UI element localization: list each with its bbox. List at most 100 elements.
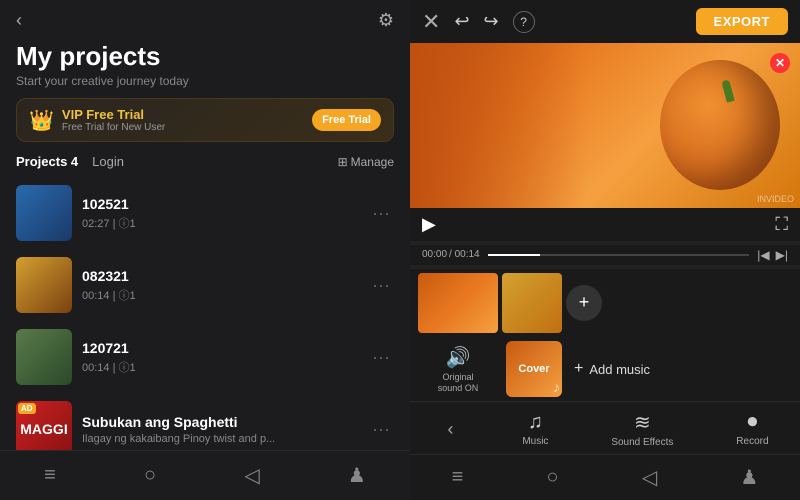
record-tool[interactable]: ⏺ Record xyxy=(736,411,768,447)
toolbar-left: ✕ ↩ ↪ ? xyxy=(422,9,535,35)
sound-label: Original sound ON xyxy=(438,372,479,394)
more-options-button[interactable]: ··· xyxy=(368,271,394,300)
vip-text-group: VIP Free Trial Free Trial for New User xyxy=(62,107,165,133)
project-info: 082321 00:14 | ⓘ1 xyxy=(82,268,358,303)
menu-icon[interactable]: ≡ xyxy=(28,460,72,491)
add-music-button[interactable]: + Add music xyxy=(574,360,650,378)
project-name: 082321 xyxy=(82,268,358,284)
timeline-next[interactable]: ▶| xyxy=(776,248,788,262)
redo-button[interactable]: ↪ xyxy=(484,11,499,32)
right-toolbar: ✕ ↩ ↪ ? EXPORT xyxy=(410,0,800,43)
login-tab[interactable]: Login xyxy=(92,154,124,169)
plus-icon: + xyxy=(574,360,583,378)
back-icon-right[interactable]: ◁ xyxy=(626,461,673,494)
export-button[interactable]: EXPORT xyxy=(696,8,788,35)
sound-icon: 🔊 xyxy=(446,345,471,370)
back-button[interactable]: ‹ xyxy=(16,10,22,31)
original-sound-toggle[interactable]: 🔊 Original sound ON xyxy=(418,341,498,397)
manage-icon: ⊞ xyxy=(338,155,348,169)
more-options-button[interactable]: ··· xyxy=(368,343,394,372)
home-icon-right[interactable]: ○ xyxy=(531,462,575,493)
sound-effects-tool[interactable]: ≋ Sound Effects xyxy=(611,410,673,448)
cover-note: ♪ xyxy=(553,379,560,395)
profile-icon-right[interactable]: ♟ xyxy=(724,461,774,494)
sound-effects-icon: ≋ xyxy=(634,410,651,435)
free-trial-button[interactable]: Free Trial xyxy=(312,109,381,131)
cover-label: Cover xyxy=(518,363,549,375)
clip-thumbnail[interactable] xyxy=(502,273,562,333)
settings-icon[interactable]: ⚙ xyxy=(378,10,394,31)
menu-icon-right[interactable]: ≡ xyxy=(436,462,480,493)
cover-thumbnail[interactable]: Cover ♪ xyxy=(506,341,562,397)
timeline-progress xyxy=(488,254,540,256)
vip-title: VIP Free Trial xyxy=(62,107,165,122)
sound-effects-label: Sound Effects xyxy=(611,437,673,448)
bottom-tools: ‹ ♫ Music ≋ Sound Effects ⏺ Record xyxy=(410,401,800,454)
error-badge[interactable]: ✕ xyxy=(770,53,790,73)
list-item[interactable]: MAGGI AD Subukan ang Spaghetti Ilagay ng… xyxy=(8,393,402,450)
timeline-area: 00:00 / 00:14 |◀ ▶| xyxy=(410,241,800,269)
music-tool[interactable]: ♫ Music xyxy=(522,411,548,447)
chevron-left-button[interactable]: ‹ xyxy=(441,413,459,446)
left-header: ‹ ⚙ xyxy=(0,0,410,37)
project-meta: Ilagay ng kakaibang Pinoy twist and p... xyxy=(82,433,358,445)
help-button[interactable]: ? xyxy=(513,11,535,33)
projects-nav: Projects 4 Login ⊞ Manage xyxy=(0,154,410,169)
project-info: 102521 02:27 | ⓘ1 xyxy=(82,196,358,231)
crown-icon: 👑 xyxy=(29,108,54,133)
total-time: / 00:14 xyxy=(449,249,480,260)
manage-label: Manage xyxy=(351,155,394,169)
project-meta: 02:27 | ⓘ1 xyxy=(82,215,358,231)
current-time: 00:00 xyxy=(422,249,447,260)
project-info: 120721 00:14 | ⓘ1 xyxy=(82,340,358,375)
add-music-label: Add music xyxy=(589,362,650,377)
project-thumbnail: MAGGI AD xyxy=(16,401,72,450)
preview-background xyxy=(410,43,800,208)
playback-bar: ▶ ⛶ xyxy=(410,208,800,241)
profile-icon[interactable]: ♟ xyxy=(332,459,382,492)
music-label: Music xyxy=(522,436,548,447)
project-thumbnail xyxy=(16,257,72,313)
project-meta: 00:14 | ⓘ1 xyxy=(82,359,358,375)
left-panel: ‹ ⚙ My projects Start your creative jour… xyxy=(0,0,410,500)
list-item[interactable]: 082321 00:14 | ⓘ1 ··· xyxy=(8,249,402,321)
vip-banner-left: 👑 VIP Free Trial Free Trial for New User xyxy=(29,107,165,133)
add-music-row: + Add music xyxy=(562,341,792,397)
fullscreen-button[interactable]: ⛶ xyxy=(775,214,788,235)
more-options-button[interactable]: ··· xyxy=(368,415,394,444)
play-button[interactable]: ▶ xyxy=(422,214,436,235)
project-thumbnail xyxy=(16,329,72,385)
project-info: Subukan ang Spaghetti Ilagay ng kakaiban… xyxy=(82,414,358,445)
home-icon[interactable]: ○ xyxy=(128,460,172,491)
pumpkin-shape xyxy=(660,60,780,190)
close-button[interactable]: ✕ xyxy=(422,9,440,35)
timeline-prev[interactable]: |◀ xyxy=(757,248,769,262)
page-subtitle: Start your creative journey today xyxy=(16,74,394,88)
project-thumbnail xyxy=(16,185,72,241)
project-name: 120721 xyxy=(82,340,358,356)
left-title-section: My projects Start your creative journey … xyxy=(0,37,410,98)
bottom-nav-right: ≡ ○ ◁ ♟ xyxy=(410,454,800,500)
list-item[interactable]: 120721 00:14 | ⓘ1 ··· xyxy=(8,321,402,393)
timeline-ruler[interactable] xyxy=(488,254,750,256)
project-name: 102521 xyxy=(82,196,358,212)
vip-banner[interactable]: 👑 VIP Free Trial Free Trial for New User… xyxy=(16,98,394,142)
projects-count-tab[interactable]: Projects 4 xyxy=(16,154,78,169)
vip-subtitle: Free Trial for New User xyxy=(62,122,165,133)
project-name: Subukan ang Spaghetti xyxy=(82,414,358,430)
bottom-nav-left: ≡ ○ ◁ ♟ xyxy=(0,450,410,500)
manage-button[interactable]: ⊞ Manage xyxy=(338,155,394,169)
record-icon: ⏺ xyxy=(747,411,757,434)
project-meta: 00:14 | ⓘ1 xyxy=(82,287,358,303)
music-icon: ♫ xyxy=(528,411,543,434)
right-panel: ✕ ↩ ↪ ? EXPORT ✕ INVIDEO ▶ ⛶ 00:00 xyxy=(410,0,800,500)
video-preview: ✕ INVIDEO xyxy=(410,43,800,208)
undo-button[interactable]: ↩ xyxy=(454,11,469,32)
list-item[interactable]: 102521 02:27 | ⓘ1 ··· xyxy=(8,177,402,249)
back-nav-icon[interactable]: ◁ xyxy=(228,459,275,492)
clip-thumbnail[interactable] xyxy=(418,273,498,333)
add-clip-button[interactable]: + xyxy=(566,285,602,321)
watermark: INVIDEO xyxy=(757,194,794,204)
more-options-button[interactable]: ··· xyxy=(368,199,394,228)
timeline-bar: 00:00 / 00:14 |◀ ▶| xyxy=(410,245,800,265)
